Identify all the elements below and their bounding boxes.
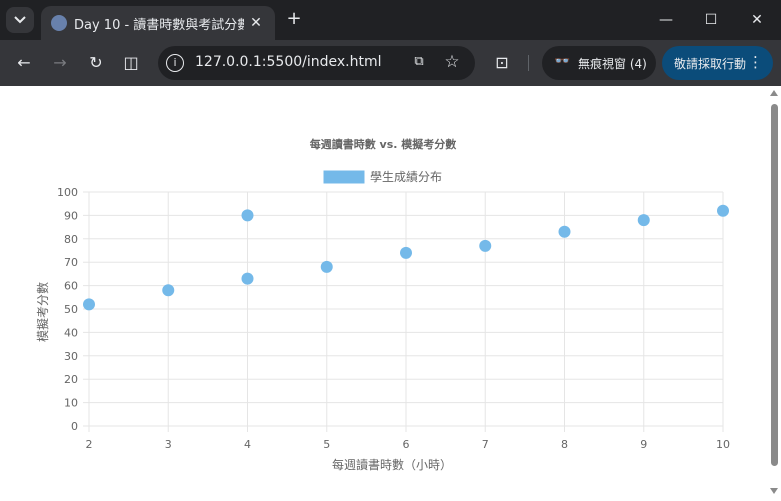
more-menu-icon[interactable]: ⋮ [748, 53, 763, 71]
data-point[interactable] [717, 204, 729, 217]
minimize-icon[interactable]: — [656, 10, 676, 30]
data-point[interactable] [479, 239, 492, 252]
tab-title: Day 10 - 讀書時數與考試分數關 [74, 18, 244, 33]
y-tick-label: 0 [71, 420, 78, 433]
back-icon[interactable]: ← [14, 53, 34, 73]
x-tick-label: 9 [640, 438, 647, 451]
x-tick-label: 7 [482, 438, 489, 451]
screenshot-icon[interactable]: ⊡ [492, 53, 512, 73]
scroll-thumb[interactable] [771, 104, 778, 466]
y-axis-label: 模擬考分數 [35, 282, 50, 342]
y-tick-label: 80 [64, 233, 78, 246]
data-point[interactable] [83, 298, 95, 311]
data-point[interactable] [400, 246, 412, 259]
y-tick-label: 20 [64, 373, 78, 386]
y-tick-label: 40 [64, 326, 78, 339]
page-content: 每週讀書時數 vs. 模擬考分數 學生成績分布 0 10 20 30 40 50 60 70 8… [0, 86, 781, 501]
x-tick-label: 5 [323, 438, 330, 451]
chart-legend[interactable]: 學生成績分布 [323, 170, 442, 184]
vertical-scrollbar[interactable] [767, 86, 781, 501]
y-axis-ticks: 0 10 20 30 40 50 60 70 80 90 100 [57, 186, 78, 433]
y-tick-label: 90 [64, 209, 78, 222]
data-point[interactable] [241, 272, 254, 285]
x-tick-label: 8 [561, 438, 568, 451]
legend-label: 學生成績分布 [370, 170, 442, 184]
new-tab-icon[interactable]: + [284, 9, 304, 29]
y-tick-label: 10 [64, 397, 78, 410]
scroll-down-arrow-icon[interactable] [770, 488, 778, 494]
browser-window: Day 10 - 讀書時數與考試分數關 ✕ + — ☐ ✕ ← → ↻ ◫ i … [0, 0, 781, 501]
data-point[interactable] [320, 260, 333, 273]
data-point[interactable] [558, 225, 571, 238]
translate-icon[interactable]: ⧉ [410, 54, 428, 72]
x-tick-label: 2 [86, 438, 93, 451]
tab-bar: Day 10 - 讀書時數與考試分數關 ✕ + — ☐ ✕ [0, 0, 781, 40]
close-icon[interactable]: ✕ [247, 14, 265, 32]
data-point[interactable] [162, 284, 175, 297]
scatter-chart: 每週讀書時數 vs. 模擬考分數 學生成績分布 0 10 20 30 40 50 60 70 8… [35, 137, 731, 472]
tab-search-button[interactable] [6, 7, 34, 33]
x-tick-label: 10 [716, 438, 730, 451]
forward-icon[interactable]: → [50, 53, 70, 73]
y-tick-label: 30 [64, 350, 78, 363]
site-info-icon[interactable]: i [166, 54, 184, 72]
chart-title: 每週讀書時數 vs. 模擬考分數 [310, 137, 457, 151]
y-tick-label: 100 [57, 186, 78, 199]
chevron-down-icon [14, 16, 26, 24]
x-axis-ticks: 2 3 4 5 6 7 8 9 10 [86, 438, 731, 451]
incognito-indicator[interactable]: 👓 無痕視窗 (4) [542, 46, 656, 80]
incognito-icon: 👓 [554, 54, 571, 69]
address-bar[interactable]: i 127.0.0.1:5500/index.html ⧉ ☆ [158, 46, 475, 80]
x-tick-label: 3 [165, 438, 172, 451]
globe-icon [51, 15, 67, 31]
scroll-up-arrow-icon[interactable] [770, 90, 778, 96]
action-button[interactable]: 敬請採取行動 ⋮ [662, 46, 773, 80]
bookmark-star-icon[interactable]: ☆ [442, 52, 462, 72]
x-tick-label: 6 [403, 438, 410, 451]
chart-grid [83, 191, 724, 432]
y-tick-label: 60 [64, 280, 78, 293]
reading-mode-icon[interactable]: ◫ [121, 53, 141, 73]
x-tick-label: 4 [244, 438, 251, 451]
reload-icon[interactable]: ↻ [86, 53, 106, 73]
browser-tab[interactable]: Day 10 - 讀書時數與考試分數關 ✕ [41, 6, 275, 40]
x-axis-label: 每週讀書時數（小時） [332, 457, 452, 472]
maximize-icon[interactable]: ☐ [701, 10, 721, 30]
legend-swatch [323, 170, 365, 184]
y-tick-label: 50 [64, 303, 78, 316]
data-point[interactable] [637, 214, 650, 227]
y-tick-label: 70 [64, 256, 78, 269]
data-point[interactable] [241, 209, 254, 222]
browser-toolbar: ← → ↻ ◫ i 127.0.0.1:5500/index.html ⧉ ☆ … [0, 40, 781, 86]
toolbar-divider [528, 55, 529, 71]
window-close-icon[interactable]: ✕ [747, 10, 767, 30]
url-text[interactable]: 127.0.0.1:5500/index.html [195, 54, 382, 70]
action-label: 敬請採取行動 [674, 57, 747, 71]
incognito-label: 無痕視窗 (4) [578, 57, 647, 71]
